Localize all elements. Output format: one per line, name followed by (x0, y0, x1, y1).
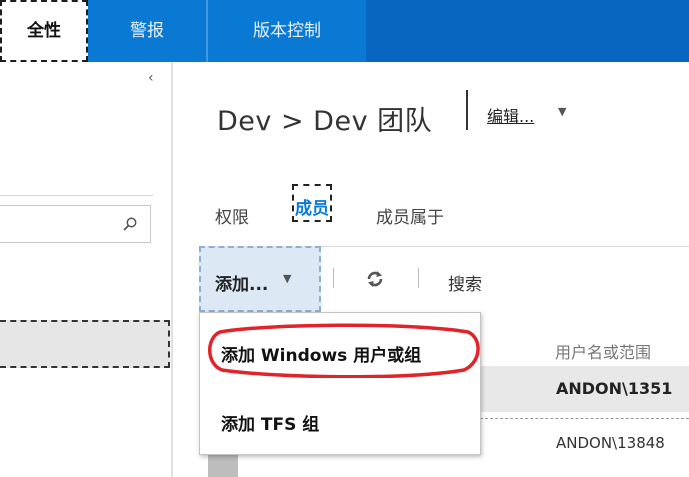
add-button-label: 添加... (215, 275, 269, 295)
menu-item-add-tfs-group[interactable]: 添加 TFS 组 (221, 410, 319, 435)
tab-members[interactable]: 成员 (292, 184, 332, 222)
header-separator (466, 90, 468, 130)
chevron-down-icon: ▼ (283, 272, 292, 285)
selected-group-item[interactable] (0, 320, 170, 368)
tab-member-of[interactable]: 成员属于 (376, 203, 444, 228)
search-icon[interactable] (122, 216, 138, 232)
row-divider (480, 418, 689, 419)
highlight-annotation (208, 323, 480, 378)
table-cell-username: ANDON\13848 (556, 434, 665, 452)
toolbar-separator (333, 268, 334, 288)
top-nav-bar: 全性 警报 版本控制 (0, 0, 689, 62)
top-nav-bar-fill (366, 0, 689, 62)
panel-splitter[interactable] (171, 62, 173, 477)
left-divider (0, 195, 153, 196)
edit-link[interactable]: 编辑... (487, 103, 534, 127)
refresh-icon[interactable] (364, 268, 386, 290)
search-button[interactable]: 搜索 (448, 270, 482, 295)
table-cell-username: ANDON\1351 (556, 379, 673, 398)
tab-security[interactable]: 全性 (0, 0, 88, 62)
chevron-down-icon[interactable]: ▼ (558, 105, 566, 118)
toolbar-separator (418, 268, 419, 288)
page-title: Dev > Dev 团队 (217, 106, 433, 137)
row-checkbox[interactable] (208, 455, 238, 477)
tab-permissions[interactable]: 权限 (215, 203, 249, 228)
tab-alerts[interactable]: 警报 (88, 0, 206, 62)
column-header-username[interactable]: 用户名或范围 (555, 339, 651, 363)
tab-version-control[interactable]: 版本控制 (208, 0, 366, 62)
left-panel (0, 62, 170, 477)
collapse-panel-icon[interactable]: ‹ (148, 70, 154, 86)
